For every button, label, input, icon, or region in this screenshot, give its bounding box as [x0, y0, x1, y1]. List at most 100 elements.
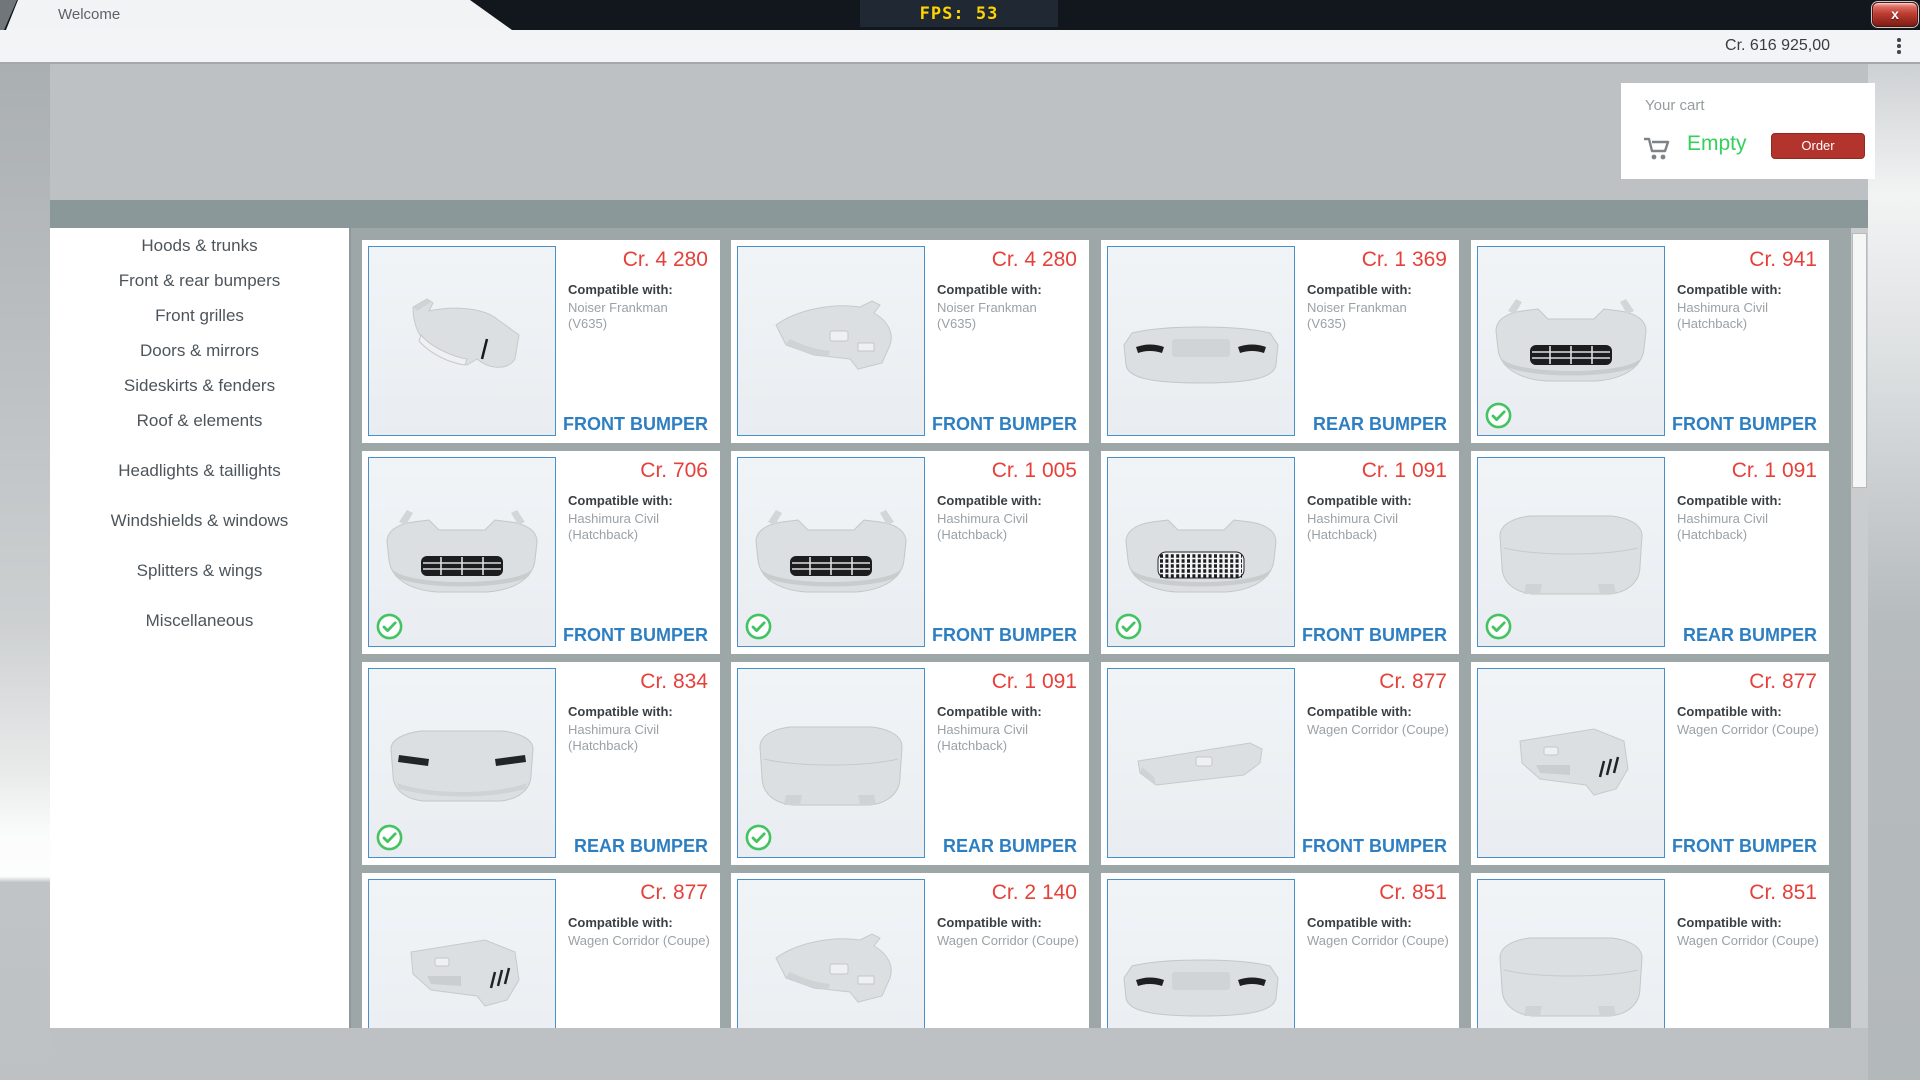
owned-check-icon	[745, 613, 772, 640]
part-card[interactable]: Cr. 1 091 Compatible with: Hashimura Civ…	[1101, 451, 1459, 654]
compatible-model: Hashimura Civil (Hatchback)	[1677, 300, 1819, 332]
compatible-label: Compatible with:	[1677, 493, 1782, 508]
owned-check-icon	[745, 824, 772, 851]
fps-counter-text: FPS: 53	[920, 4, 999, 24]
compatible-label: Compatible with:	[937, 493, 1042, 508]
kebab-menu-icon[interactable]	[1890, 37, 1908, 55]
part-card[interactable]: Cr. 851 Compatible with: Wagen Corridor …	[1471, 873, 1829, 1028]
part-price: Cr. 851	[1749, 881, 1817, 905]
close-button[interactable]: x	[1872, 2, 1918, 27]
parts-grid: Cr. 4 280 Compatible with: Noiser Frankm…	[351, 228, 1868, 1028]
background-gradient-left	[0, 62, 50, 1080]
part-type-label: FRONT BUMPER	[563, 414, 708, 435]
compatible-label: Compatible with:	[937, 282, 1042, 297]
part-card[interactable]: Cr. 877 Compatible with: Wagen Corridor …	[1101, 662, 1459, 865]
part-image	[368, 246, 556, 436]
part-card[interactable]: Cr. 1 091 Compatible with: Hashimura Civ…	[1471, 451, 1829, 654]
part-type-label: REAR BUMPER	[1313, 414, 1447, 435]
owned-check-icon	[1115, 613, 1142, 640]
part-price: Cr. 1 091	[1732, 459, 1817, 483]
cart-status: Empty	[1687, 132, 1747, 156]
compatible-label: Compatible with:	[1307, 493, 1412, 508]
part-price: Cr. 706	[640, 459, 708, 483]
part-price: Cr. 877	[640, 881, 708, 905]
part-price: Cr. 877	[1379, 670, 1447, 694]
cart-panel: Your cart Empty Order	[1621, 83, 1875, 179]
compatible-model: Noiser Frankman (V635)	[1307, 300, 1449, 332]
part-price: Cr. 4 280	[623, 248, 708, 272]
sidebar-item-windshields-windows[interactable]: Windshields & windows	[50, 504, 349, 538]
compatible-label: Compatible with:	[568, 915, 673, 930]
compatible-label: Compatible with:	[937, 704, 1042, 719]
compatible-model: Hashimura Civil (Hatchback)	[1677, 511, 1819, 543]
sidebar-item-front-grilles[interactable]: Front grilles	[50, 299, 349, 333]
credits-balance: Cr. 616 925,00	[1725, 30, 1830, 62]
sidebar-item-headlights-taillights[interactable]: Headlights & taillights	[50, 454, 349, 488]
part-type-label: FRONT BUMPER	[1672, 836, 1817, 857]
fps-counter: FPS: 53	[860, 0, 1058, 27]
part-card[interactable]: Cr. 941 Compatible with: Hashimura Civil…	[1471, 240, 1829, 443]
compatible-model: Noiser Frankman (V635)	[568, 300, 710, 332]
part-image	[1107, 246, 1295, 436]
part-type-label: FRONT BUMPER	[932, 414, 1077, 435]
part-price: Cr. 1 005	[992, 459, 1077, 483]
part-image	[737, 879, 925, 1028]
sidebar-item-hoods-trunks[interactable]: Hoods & trunks	[50, 229, 349, 263]
owned-check-icon	[1485, 402, 1512, 429]
part-type-label: FRONT BUMPER	[932, 625, 1077, 646]
compatible-model: Wagen Corridor (Coupe)	[937, 933, 1079, 949]
sidebar-item-splitters-wings[interactable]: Splitters & wings	[50, 554, 349, 588]
sidebar-item-roof-elements[interactable]: Roof & elements	[50, 404, 349, 438]
sidebar-item-doors-mirrors[interactable]: Doors & mirrors	[50, 334, 349, 368]
compatible-label: Compatible with:	[1677, 704, 1782, 719]
category-sidebar: Hoods & trunksFront & rear bumpersFront …	[50, 228, 351, 1028]
compatible-label: Compatible with:	[568, 704, 673, 719]
compatible-model: Hashimura Civil (Hatchback)	[568, 511, 710, 543]
scrollbar-thumb[interactable]	[1852, 233, 1867, 488]
part-price: Cr. 834	[640, 670, 708, 694]
compatible-label: Compatible with:	[568, 282, 673, 297]
compatible-label: Compatible with:	[1677, 915, 1782, 930]
part-card[interactable]: Cr. 1 369 Compatible with: Noiser Frankm…	[1101, 240, 1459, 443]
part-image	[737, 246, 925, 436]
compatible-model: Hashimura Civil (Hatchback)	[1307, 511, 1449, 543]
part-card[interactable]: Cr. 2 140 Compatible with: Wagen Corrido…	[731, 873, 1089, 1028]
order-button[interactable]: Order	[1771, 133, 1865, 159]
owned-check-icon	[376, 613, 403, 640]
cart-title: Your cart	[1645, 97, 1704, 114]
background-gradient-right	[1868, 62, 1920, 1080]
part-type-label: FRONT BUMPER	[1302, 625, 1447, 646]
part-price: Cr. 877	[1749, 670, 1817, 694]
part-card[interactable]: Cr. 706 Compatible with: Hashimura Civil…	[362, 451, 720, 654]
compatible-model: Wagen Corridor (Coupe)	[568, 933, 710, 949]
tab-welcome[interactable]: Welcome	[0, 0, 514, 30]
part-image	[1107, 668, 1295, 858]
compatible-model: Hashimura Civil (Hatchback)	[568, 722, 710, 754]
part-price: Cr. 941	[1749, 248, 1817, 272]
compatible-label: Compatible with:	[937, 915, 1042, 930]
sidebar-item-miscellaneous[interactable]: Miscellaneous	[50, 604, 349, 638]
part-card[interactable]: Cr. 877 Compatible with: Wagen Corridor …	[362, 873, 720, 1028]
compatible-label: Compatible with:	[1677, 282, 1782, 297]
part-price: Cr. 2 140	[992, 881, 1077, 905]
part-card[interactable]: Cr. 1 091 Compatible with: Hashimura Civ…	[731, 662, 1089, 865]
part-card[interactable]: Cr. 877 Compatible with: Wagen Corridor …	[1471, 662, 1829, 865]
sidebar-item-sideskirts-fenders[interactable]: Sideskirts & fenders	[50, 369, 349, 403]
toolbar: Cr. 616 925,00	[0, 30, 1920, 64]
part-type-label: REAR BUMPER	[943, 836, 1077, 857]
part-image	[1477, 668, 1665, 858]
compatible-label: Compatible with:	[1307, 282, 1412, 297]
sidebar-item-front-rear-bumpers[interactable]: Front & rear bumpers	[50, 264, 349, 298]
part-card[interactable]: Cr. 4 280 Compatible with: Noiser Frankm…	[362, 240, 720, 443]
compatible-label: Compatible with:	[1307, 704, 1412, 719]
scrollbar-track[interactable]	[1851, 228, 1868, 1028]
part-price: Cr. 4 280	[992, 248, 1077, 272]
part-image	[368, 879, 556, 1028]
part-image	[1107, 879, 1295, 1028]
part-card[interactable]: Cr. 4 280 Compatible with: Noiser Frankm…	[731, 240, 1089, 443]
part-price: Cr. 1 369	[1362, 248, 1447, 272]
part-card[interactable]: Cr. 834 Compatible with: Hashimura Civil…	[362, 662, 720, 865]
part-card[interactable]: Cr. 851 Compatible with: Wagen Corridor …	[1101, 873, 1459, 1028]
part-card[interactable]: Cr. 1 005 Compatible with: Hashimura Civ…	[731, 451, 1089, 654]
part-type-label: REAR BUMPER	[1683, 625, 1817, 646]
